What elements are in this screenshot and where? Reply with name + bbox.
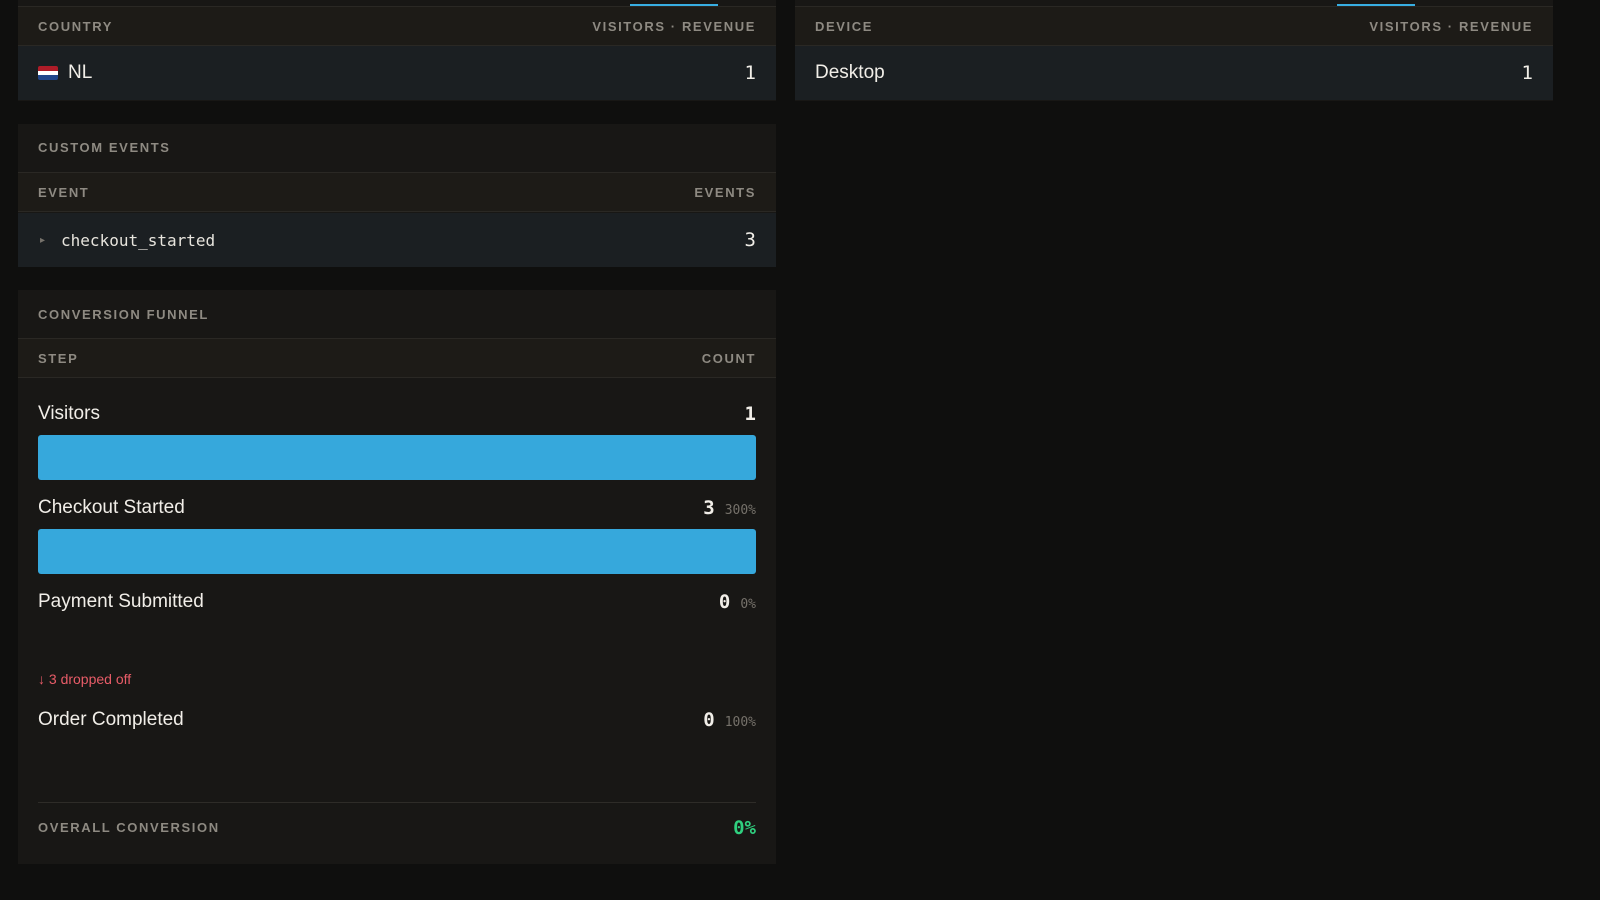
events-table-header: EVENT EVENTS <box>18 172 776 212</box>
column-header-event: EVENT <box>38 184 90 200</box>
device-value: 1 <box>1521 62 1533 84</box>
step-count: 3 <box>703 497 715 519</box>
event-label: checkout_started <box>61 230 216 250</box>
column-header-visitors-revenue[interactable]: VISITORS · REVENUE <box>592 19 756 34</box>
step-count: 0 <box>718 591 731 613</box>
device-table-header: DEVICE VISITORS · REVENUE <box>795 6 1553 46</box>
step-percent: 300% <box>724 503 756 518</box>
step-bar <box>38 529 756 574</box>
step-percent: 0% <box>740 597 756 612</box>
overall-conversion-value: 0% <box>733 817 756 839</box>
funnel-step: Visitors 1 <box>38 399 756 480</box>
section-title: CUSTOM EVENTS <box>38 140 171 155</box>
table-row[interactable]: ▸ checkout_started 3 <box>18 213 776 267</box>
custom-events-card: CUSTOM EVENTS EVENT EVENTS ▸ checkout_st… <box>18 124 776 267</box>
country-table-header: COUNTRY VISITORS · REVENUE <box>18 6 776 46</box>
expand-caret-icon[interactable]: ▸ <box>40 235 45 246</box>
step-percent: 100% <box>724 715 756 730</box>
table-row[interactable]: NL 1 <box>18 46 776 100</box>
step-label: Payment Submitted <box>38 591 204 612</box>
column-header-events[interactable]: EVENTS <box>694 185 756 200</box>
overall-conversion-label: OVERALL CONVERSION <box>38 820 220 835</box>
device-card: DEVICE VISITORS · REVENUE Desktop 1 <box>795 0 1553 101</box>
netherlands-flag-icon <box>38 66 58 80</box>
country-value: 1 <box>744 62 756 84</box>
dropoff-indicator: ↓ 3 dropped off <box>38 671 132 687</box>
step-label: Checkout Started <box>38 497 185 518</box>
column-header-step: STEP <box>38 350 79 366</box>
step-count: 1 <box>744 403 756 425</box>
step-bar-fill <box>38 529 756 574</box>
country-label: NL <box>68 62 93 83</box>
divider <box>38 802 756 803</box>
event-value: 3 <box>744 229 756 251</box>
step-label: Visitors <box>38 403 100 424</box>
column-header-country: COUNTRY <box>38 18 113 34</box>
country-card: COUNTRY VISITORS · REVENUE NL 1 <box>18 0 776 101</box>
column-header-device: DEVICE <box>815 18 874 34</box>
device-label: Desktop <box>815 62 885 83</box>
funnel-step: Checkout Started 3 300% <box>38 493 756 574</box>
step-count: 0 <box>703 709 715 731</box>
step-bar <box>38 623 756 668</box>
section-title: CONVERSION FUNNEL <box>38 307 209 322</box>
column-header-count: COUNT <box>701 350 756 366</box>
step-bar <box>38 741 756 786</box>
step-label: Order Completed <box>38 709 184 730</box>
table-row[interactable]: Desktop 1 <box>795 46 1553 100</box>
step-bar <box>38 435 756 480</box>
step-bar-fill <box>38 435 756 480</box>
funnel-table-header: STEP COUNT <box>18 338 776 378</box>
funnel-step: Payment Submitted 0 0% <box>38 587 756 668</box>
column-header-visitors-revenue[interactable]: VISITORS · REVENUE <box>1369 19 1533 34</box>
funnel-step: Order Completed 0 100% <box>38 705 756 786</box>
